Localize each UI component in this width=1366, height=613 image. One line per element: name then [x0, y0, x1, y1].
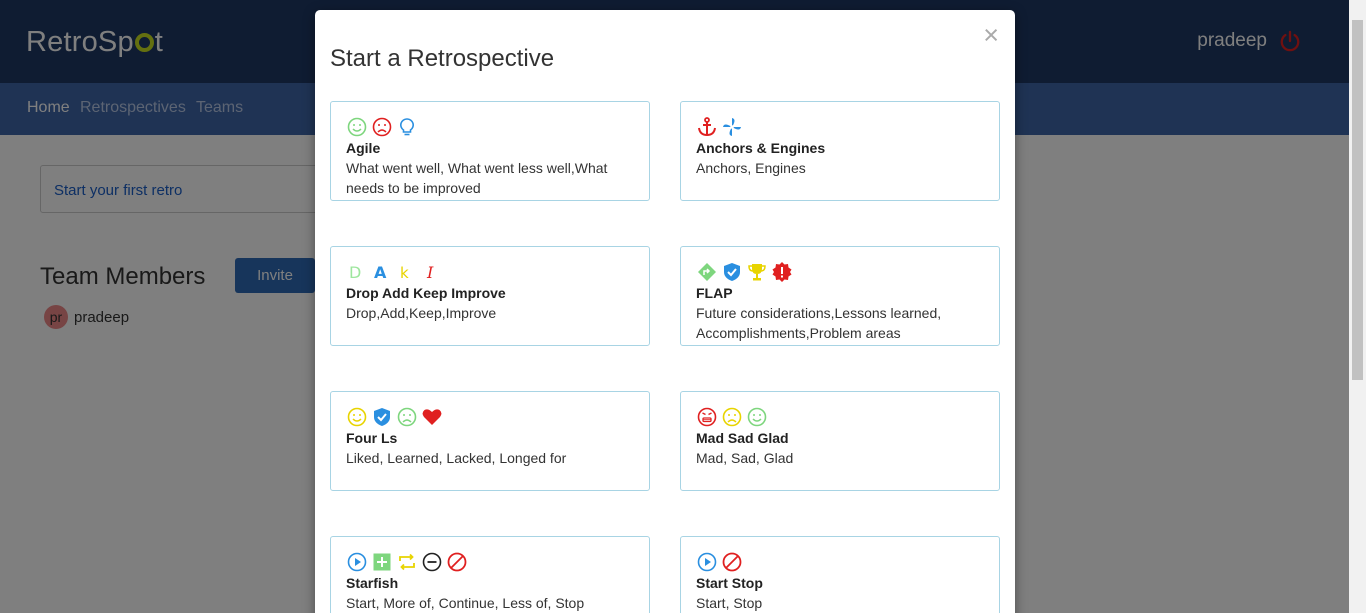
minus-circle-icon [422, 552, 442, 572]
plus-square-icon [373, 553, 391, 571]
play-icon [697, 552, 717, 572]
glad-icon [747, 407, 767, 427]
fan-icon [723, 118, 741, 136]
play-icon [347, 552, 367, 572]
svg-text:D: D [349, 263, 361, 282]
retro-card-anchors-engines[interactable]: Anchors & Engines Anchors, Engines [680, 101, 1000, 201]
modal-title: Start a Retrospective [330, 45, 555, 72]
smile-icon [347, 117, 367, 137]
letter-d-icon: D [349, 263, 361, 282]
close-button[interactable]: × [983, 22, 999, 49]
stop-icon [447, 552, 467, 572]
card-description: Liked, Learned, Lacked, Longed for [346, 450, 567, 466]
svg-text:k: k [400, 264, 409, 282]
anchor-icon [698, 117, 716, 137]
heart-icon [422, 409, 442, 425]
retro-card-flap[interactable]: FLAP Future considerations,Lessons learn… [680, 246, 1000, 346]
retro-card-agile[interactable]: Agile What went well, What went less wel… [330, 101, 650, 201]
frown-icon [372, 117, 392, 137]
repeat-icon [399, 553, 415, 571]
card-name: Mad Sad Glad [696, 430, 789, 446]
scrollbar-thumb[interactable] [1352, 20, 1363, 380]
card-name: Starfish [346, 575, 399, 591]
retro-card-four-ls[interactable]: Four Ls Liked, Learned, Lacked, Longed f… [330, 391, 650, 491]
stop-icon [722, 552, 742, 572]
card-name: Agile [346, 140, 381, 156]
retro-card-dropaddkeepimprove[interactable]: D A k I Drop Add Keep Improve Drop,Add,K… [330, 246, 650, 346]
card-description: Future considerations,Lessons learned, A… [696, 305, 942, 341]
direction-sign-icon [698, 263, 716, 281]
page-scrollbar[interactable] [1349, 0, 1366, 613]
card-name: FLAP [696, 285, 733, 301]
retro-card-start-stop[interactable]: Start Stop Start, Stop [680, 536, 1000, 613]
card-name: Start Stop [696, 575, 763, 591]
letter-a-icon: A [374, 263, 387, 282]
lightbulb-icon [400, 118, 414, 136]
svg-text:I: I [426, 263, 434, 282]
card-name: Anchors & Engines [696, 140, 826, 156]
letter-i-icon: I [426, 263, 434, 282]
card-description: Anchors, Engines [696, 160, 806, 176]
card-description: What went well, What went less well,What… [346, 160, 608, 196]
card-icons [696, 116, 743, 138]
card-description: Mad, Sad, Glad [696, 450, 794, 466]
frown-icon [397, 407, 417, 427]
card-description: Start, Stop [696, 595, 763, 611]
card-icons [346, 116, 418, 138]
card-icons [696, 551, 743, 573]
angry-icon [697, 407, 717, 427]
svg-text:A: A [374, 263, 387, 282]
retro-card-mad-sad-glad[interactable]: Mad Sad Glad Mad, Sad, Glad [680, 391, 1000, 491]
letter-k-icon: k [400, 264, 409, 282]
shield-check-icon [724, 263, 740, 281]
alert-badge-icon [772, 262, 792, 282]
card-icons: D A k I [346, 261, 443, 283]
card-name: Drop Add Keep Improve [346, 285, 506, 301]
card-description: Drop,Add,Keep,Improve [346, 305, 497, 321]
trophy-icon [748, 264, 766, 281]
card-description: Start, More of, Continue, Less of, Stop [346, 595, 585, 611]
card-icons [696, 406, 768, 428]
card-icons [346, 551, 468, 573]
card-icons [696, 261, 793, 283]
start-retro-modal: Start a Retrospective × Agile What went … [315, 10, 1015, 613]
sad-icon [722, 407, 742, 427]
card-name: Four Ls [346, 430, 398, 446]
shield-check-icon [374, 408, 390, 426]
smile-icon [347, 407, 367, 427]
retro-card-starfish[interactable]: Starfish Start, More of, Continue, Less … [330, 536, 650, 613]
card-icons [346, 406, 443, 428]
